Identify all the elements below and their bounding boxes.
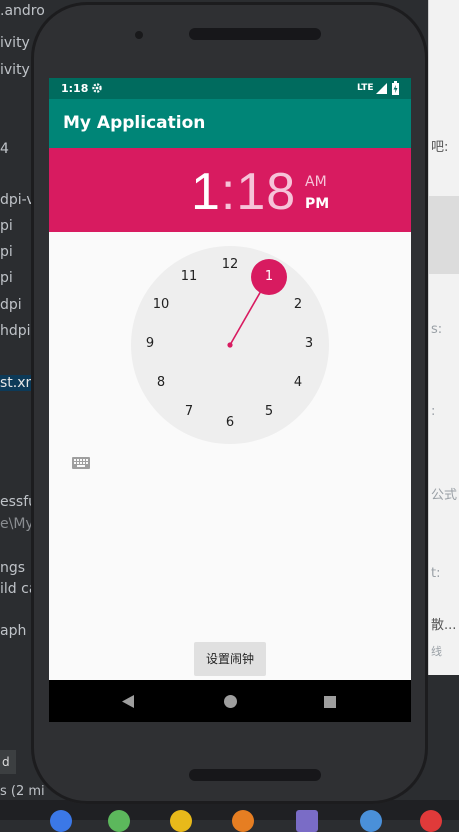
clock-number[interactable]: 8: [151, 375, 171, 390]
taskbar-app-icon[interactable]: [420, 810, 442, 832]
taskbar-app-icon[interactable]: [170, 810, 192, 832]
time-separator: :: [220, 163, 237, 221]
clock-number[interactable]: 4: [288, 375, 308, 390]
back-triangle-icon[interactable]: [122, 695, 134, 708]
ide-tree-item[interactable]: .andro: [0, 3, 45, 19]
bg-block: [429, 196, 459, 274]
status-bar: 1:18 LTE: [49, 78, 411, 99]
keyboard-icon[interactable]: [72, 457, 90, 471]
speaker-grille: [189, 28, 321, 40]
ide-tree-item[interactable]: pi: [0, 244, 13, 260]
time-picker-header: 1:18 AM PM: [49, 148, 411, 232]
bg-text: :: [431, 404, 436, 419]
speaker-grille: [189, 769, 321, 781]
clock-number[interactable]: 6: [220, 415, 240, 430]
ide-tree-item[interactable]: hdpi: [0, 323, 31, 339]
bg-text: s:: [431, 322, 443, 337]
bg-text: 线: [431, 645, 442, 658]
clock-number[interactable]: 10: [151, 297, 171, 312]
clock-number[interactable]: 7: [179, 404, 199, 419]
device-screen: 1:18 LTE My Application 1:18 AM PM 12 1 …: [49, 78, 411, 722]
ide-bottom-tab[interactable]: d: [0, 750, 16, 774]
ide-tree-item[interactable]: dpi: [0, 297, 22, 313]
home-circle-icon[interactable]: [224, 695, 237, 708]
status-time: 1:18: [61, 82, 89, 95]
ide-log-line: e\My: [0, 516, 34, 532]
clock-number-selected[interactable]: 1: [259, 269, 279, 284]
recents-square-icon[interactable]: [324, 696, 336, 708]
ide-log-line: ngs: [0, 560, 26, 576]
pm-toggle[interactable]: PM: [305, 196, 329, 212]
hour-display[interactable]: 1: [191, 163, 221, 221]
minute-display[interactable]: 18: [236, 163, 296, 221]
signal-icon: [376, 83, 387, 94]
taskbar-app-icon[interactable]: [50, 810, 72, 832]
ide-tree-item[interactable]: 4: [0, 141, 9, 157]
taskbar-app-icon[interactable]: [232, 810, 254, 832]
bg-text: 吧:: [431, 140, 449, 155]
ide-tree-item[interactable]: ivity: [0, 62, 30, 78]
clock-number[interactable]: 11: [179, 269, 199, 284]
ide-tree-item[interactable]: pi: [0, 270, 13, 286]
set-alarm-button[interactable]: 设置闹钟: [194, 642, 266, 676]
background-window: 吧: s: : 公式 t: 散... 线: [428, 0, 459, 675]
clock-number[interactable]: 9: [140, 336, 160, 351]
clock-dial[interactable]: 12 1 2 3 4 5 6 7 8 9 10 11: [131, 246, 329, 444]
ide-tree-item[interactable]: ivity: [0, 35, 30, 51]
ide-tree-item[interactable]: pi: [0, 218, 13, 234]
am-toggle[interactable]: AM: [305, 174, 327, 190]
ide-status-text: s (2 mi: [0, 784, 45, 799]
bg-text: 散...: [431, 618, 457, 633]
network-type: LTE: [357, 83, 374, 93]
app-bar: My Application: [49, 99, 411, 148]
taskbar-app-icon[interactable]: [108, 810, 130, 832]
clock-number[interactable]: 12: [220, 257, 240, 272]
bg-text: t:: [431, 566, 441, 581]
clock-number[interactable]: 2: [288, 297, 308, 312]
front-camera: [135, 31, 143, 39]
app-title: My Application: [63, 113, 206, 133]
gear-icon: [92, 83, 102, 93]
bg-text: 公式: [431, 488, 458, 503]
ide-log-line: aph: [0, 623, 27, 639]
clock-number[interactable]: 5: [259, 404, 279, 419]
taskbar-app-icon[interactable]: [360, 810, 382, 832]
navigation-bar: [49, 680, 411, 722]
taskbar-app-icon[interactable]: [296, 810, 318, 832]
battery-icon: [392, 81, 399, 95]
ide-tree-item[interactable]: dpi-v: [0, 192, 35, 208]
selected-time-display: 1:18: [191, 162, 296, 222]
clock-number[interactable]: 3: [299, 336, 319, 351]
